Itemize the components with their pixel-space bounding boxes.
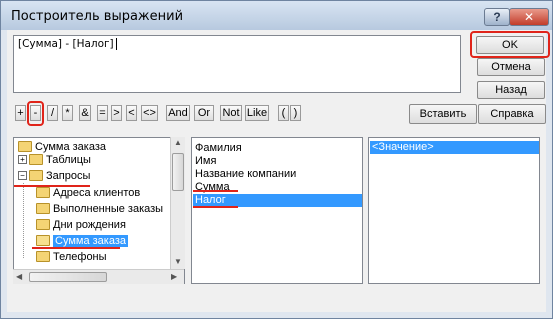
folder-icon <box>36 202 50 214</box>
window-title: Построитель выражений <box>11 9 184 24</box>
expression-text: [Сумма] - [Налог] <box>18 38 114 50</box>
close-button[interactable]: ✕ <box>509 8 549 26</box>
folder-icon <box>36 186 50 198</box>
tree-item-addresses[interactable]: Адреса клиентов <box>36 186 141 200</box>
operator-ampersand[interactable]: & <box>79 105 91 121</box>
list-item[interactable]: Имя <box>195 155 216 168</box>
text-cursor <box>115 38 117 51</box>
tree-horizontal-scrollbar[interactable]: ◀ ▶ <box>13 269 184 284</box>
expression-input[interactable]: [Сумма] - [Налог] <box>13 35 461 93</box>
folder-icon <box>36 250 50 262</box>
operator-plus[interactable]: + <box>15 105 26 121</box>
title-bar: Построитель выражений ? ✕ <box>1 1 552 30</box>
operator-and[interactable]: And <box>166 105 190 121</box>
value-list-panel[interactable]: <Значение> <box>368 137 540 284</box>
annotation-underline <box>14 185 90 187</box>
operator-not[interactable]: Not <box>220 105 242 121</box>
folder-icon <box>29 169 43 181</box>
annotation-underline <box>193 190 238 192</box>
operator-equals[interactable]: = <box>97 105 108 121</box>
cancel-button[interactable]: Отмена <box>477 58 545 76</box>
tree-item-label: Дни рождения <box>53 219 126 231</box>
tree-item-phones[interactable]: Телефоны <box>36 250 107 264</box>
back-button[interactable]: Назад <box>477 81 545 99</box>
tree-item-label: Телефоны <box>53 251 107 263</box>
operator-close-paren[interactable]: ) <box>290 105 301 121</box>
list-item[interactable]: Фамилия <box>195 142 242 155</box>
tree-item-current-form[interactable]: Сумма заказа <box>18 140 106 154</box>
scroll-thumb[interactable] <box>29 272 107 282</box>
paste-button[interactable]: Вставить <box>409 104 477 124</box>
operator-multiply[interactable]: * <box>62 105 73 121</box>
scroll-up-icon[interactable]: ▲ <box>174 138 182 147</box>
operator-divide[interactable]: / <box>47 105 58 121</box>
tree-item-label: Запросы <box>46 170 91 182</box>
scroll-right-icon[interactable]: ▶ <box>171 272 177 281</box>
help-button[interactable]: Справка <box>478 104 546 124</box>
annotation-underline <box>193 206 238 208</box>
tree-vertical-scrollbar[interactable]: ▲ ▼ <box>170 137 185 269</box>
minus-highlight <box>27 101 44 126</box>
tree-item-label: Выполненные заказы <box>53 203 164 215</box>
tree-item-label: Сумма заказа <box>35 141 106 153</box>
tree-item-queries[interactable]: − Запросы <box>18 169 91 183</box>
object-tree-panel[interactable]: Сумма заказа + Таблицы − Запросы Адреса кл… <box>13 137 185 284</box>
operator-not-equal[interactable]: <> <box>141 105 158 121</box>
expand-icon[interactable]: + <box>18 154 27 164</box>
operator-open-paren[interactable]: ( <box>278 105 289 121</box>
tree-item-tables[interactable]: + Таблицы <box>18 153 91 167</box>
tree-item-birthdays[interactable]: Дни рождения <box>36 218 126 232</box>
operator-like[interactable]: Like <box>245 105 269 121</box>
tree-item-label-selected: Сумма заказа <box>53 235 128 247</box>
field-list-panel[interactable]: Фамилия Имя Название компании Сумма Нало… <box>191 137 363 284</box>
folder-icon <box>36 218 50 230</box>
scroll-down-icon[interactable]: ▼ <box>174 257 182 266</box>
tree-item-label: Таблицы <box>46 154 91 166</box>
scroll-thumb[interactable] <box>172 153 184 191</box>
help-title-button[interactable]: ? <box>484 8 510 26</box>
tree-connector <box>23 183 24 258</box>
operator-greater[interactable]: > <box>111 105 122 121</box>
ok-highlight <box>470 31 550 58</box>
scroll-left-icon[interactable]: ◀ <box>16 272 22 281</box>
list-item[interactable]: Название компании <box>195 168 296 181</box>
folder-icon <box>29 153 43 165</box>
operator-or[interactable]: Or <box>194 105 214 121</box>
open-folder-icon <box>36 234 50 246</box>
annotation-underline <box>32 247 120 249</box>
list-item[interactable]: Сумма <box>195 181 230 194</box>
tree-item-label: Адреса клиентов <box>53 187 141 199</box>
operator-less[interactable]: < <box>126 105 137 121</box>
folder-icon <box>18 140 32 152</box>
collapse-icon[interactable]: − <box>18 170 27 180</box>
tree-item-completed-orders[interactable]: Выполненные заказы <box>36 202 164 216</box>
list-item-selected[interactable]: <Значение> <box>370 141 539 154</box>
